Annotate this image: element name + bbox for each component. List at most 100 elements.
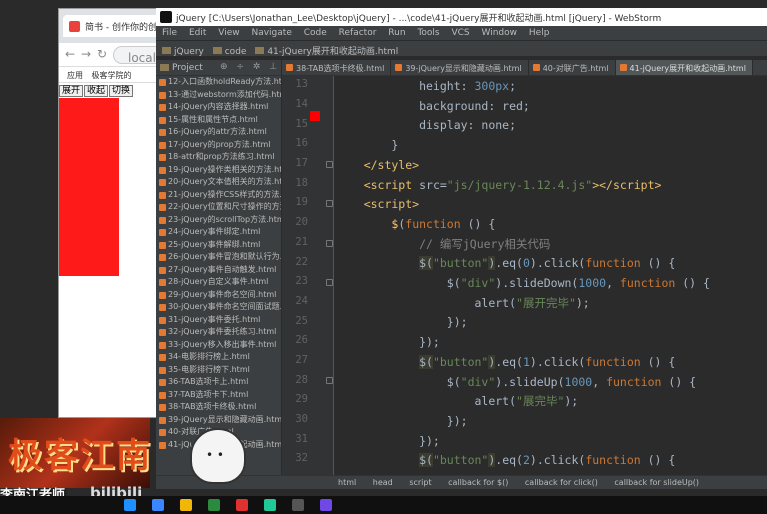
line-number: 19	[295, 196, 308, 208]
forward-icon[interactable]: →	[81, 47, 91, 61]
reload-icon[interactable]: ↻	[97, 47, 107, 61]
browser-tab-title: 简书 - 创作你的创作	[85, 23, 163, 33]
fold-icon[interactable]	[326, 279, 333, 286]
file-item[interactable]: 24-jQuery事件绑定.html	[158, 226, 281, 239]
taskbar-chrome-icon[interactable]	[264, 499, 276, 511]
status-crumb[interactable]: callback for slideUp()	[614, 478, 699, 487]
code-area[interactable]: height: 300px; background: red; display:…	[336, 76, 767, 478]
taskbar-app-icon[interactable]	[208, 499, 220, 511]
status-crumb[interactable]: html	[338, 478, 356, 487]
file-item[interactable]: 18-attr和prop方法练习.html	[158, 151, 281, 164]
line-number: 13	[295, 78, 308, 90]
file-item[interactable]: 30-jQuery事件命名空间面试题.htm	[158, 301, 281, 314]
line-number: 22	[295, 256, 308, 268]
file-item[interactable]: 16-jQuery的attr方法.html	[158, 126, 281, 139]
taskbar-app-icon[interactable]	[236, 499, 248, 511]
breadcrumb-file[interactable]: 41-jQuery展开和收起动画.html	[255, 47, 398, 57]
editor-tab-active[interactable]: 41-jQuery展开和收起动画.html	[615, 60, 753, 75]
menu-navigate[interactable]: Navigate	[251, 28, 291, 38]
code-line: background: red;	[336, 98, 530, 113]
color-preview-marker	[310, 111, 320, 121]
menu-view[interactable]: View	[218, 28, 239, 38]
file-item[interactable]: 32-jQuery事件委托练习.html	[158, 326, 281, 339]
browser-tab[interactable]: 简书 - 创作你的创作	[63, 15, 163, 37]
line-number: 29	[295, 393, 308, 405]
bookmark-jike[interactable]: 极客学院的	[92, 71, 132, 80]
ide-breadcrumb: jQuery code 41-jQuery展开和收起动画.html	[156, 40, 767, 57]
file-item[interactable]: 26-jQuery事件冒泡和默认行为.html	[158, 251, 281, 264]
file-item[interactable]: 27-jQuery事件自动触发.html	[158, 264, 281, 277]
code-line: }	[336, 138, 399, 153]
taskbar-app-icon[interactable]	[124, 499, 136, 511]
browser-nav-bar: ← → ↻ localh	[59, 43, 183, 67]
code-line: });	[336, 335, 440, 350]
status-crumb[interactable]: head	[373, 478, 393, 487]
file-item[interactable]: 29-jQuery事件命名空间.html	[158, 289, 281, 302]
menu-tools[interactable]: Tools	[417, 28, 439, 38]
code-editor: 38-TAB选项卡终极.html 39-jQuery显示和隐藏动画.html 40-…	[282, 60, 767, 478]
file-item[interactable]: 12-入口函数holdReady方法.html	[158, 76, 281, 89]
toggle-button[interactable]: 切换	[109, 85, 134, 97]
menu-run[interactable]: Run	[388, 28, 405, 38]
file-item[interactable]: 31-jQuery事件委托.html	[158, 314, 281, 327]
file-item[interactable]: 23-jQuery的scrollTop方法.html	[158, 214, 281, 227]
file-item[interactable]: 14-jQuery内容选择器.html	[158, 101, 281, 114]
status-crumb[interactable]: script	[409, 478, 431, 487]
editor-tab[interactable]: 40-对联广告.html	[529, 60, 616, 75]
status-crumb[interactable]: callback for $()	[448, 478, 508, 487]
file-item[interactable]: 13-通过webstorm添加代码.html	[158, 89, 281, 102]
menu-window[interactable]: Window	[482, 28, 518, 38]
file-item[interactable]: 25-jQuery事件解绑.html	[158, 239, 281, 252]
file-item[interactable]: 34-电影排行榜上.html	[158, 351, 281, 364]
code-line: alert("展开完毕");	[336, 295, 590, 310]
menu-edit[interactable]: Edit	[189, 28, 206, 38]
file-item[interactable]: 33-jQuery移入移出事件.html	[158, 339, 281, 352]
ide-title: jQuery [C:\Users\Jonathan_Lee\Desktop\jQ…	[176, 14, 662, 24]
editor-tab[interactable]: 38-TAB选项卡终极.html	[282, 60, 392, 75]
menu-file[interactable]: File	[162, 28, 177, 38]
code-line: });	[336, 413, 468, 428]
fold-icon[interactable]	[326, 377, 333, 384]
status-crumb[interactable]: callback for click()	[525, 478, 598, 487]
fold-icon[interactable]	[326, 161, 333, 168]
project-header[interactable]: Project ⊕ ÷ ✲ ⊥	[156, 60, 281, 76]
file-item[interactable]: 19-jQuery操作类相关的方法.html	[158, 164, 281, 177]
code-line: $(function () {	[391, 216, 496, 231]
line-number: 16	[295, 137, 308, 149]
browser-window: 简书 - 创作你的创作 ← → ↻ localh 应用 极客学院的 展开 收起 切换	[58, 8, 183, 418]
line-number: 27	[295, 354, 308, 366]
line-number: 17	[295, 157, 308, 169]
menu-vcs[interactable]: VCS	[451, 28, 469, 38]
file-item[interactable]: 28-jQuery自定义事件.html	[158, 276, 281, 289]
mascot-icon	[190, 428, 246, 484]
file-item[interactable]: 35-电影排行榜下.html	[158, 364, 281, 377]
back-icon[interactable]: ←	[65, 47, 75, 61]
code-line: display: none;	[336, 118, 517, 133]
collapse-button[interactable]: 收起	[84, 85, 109, 97]
taskbar-webstorm-icon[interactable]	[320, 499, 332, 511]
ide-title-bar: jQuery [C:\Users\Jonathan_Lee\Desktop\jQ…	[156, 8, 767, 26]
line-number: 25	[295, 315, 308, 327]
breadcrumb-folder[interactable]: code	[213, 47, 247, 57]
menu-code[interactable]: Code	[304, 28, 327, 38]
bookmark-apps[interactable]: 应用	[67, 71, 83, 80]
file-item[interactable]: 20-jQuery文本值相关的方法.html	[158, 176, 281, 189]
file-item[interactable]: 21-jQuery操作CSS样式的方法.ht	[158, 189, 281, 202]
taskbar-folder-icon[interactable]	[180, 499, 192, 511]
fold-icon[interactable]	[326, 200, 333, 207]
file-item[interactable]: 22-jQuery位置和尺寸操作的方法.ht	[158, 201, 281, 214]
code-line: </style>	[336, 157, 420, 172]
expand-button[interactable]: 展开	[59, 85, 84, 97]
menu-help[interactable]: Help	[529, 28, 550, 38]
menu-refactor[interactable]: Refactor	[339, 28, 377, 38]
file-item[interactable]: 36-TAB选项卡上.html	[158, 376, 281, 389]
code-line: height: 300px;	[336, 79, 517, 93]
file-item[interactable]: 15-属性和属性节点.html	[158, 114, 281, 127]
file-item[interactable]: 17-jQuery的prop方法.html	[158, 139, 281, 152]
taskbar-app-icon[interactable]	[292, 499, 304, 511]
breadcrumb-project[interactable]: jQuery	[162, 47, 204, 57]
taskbar-app-icon[interactable]	[152, 499, 164, 511]
fold-icon[interactable]	[326, 240, 333, 247]
project-tools-icons[interactable]: ⊕ ÷ ✲ ⊥	[220, 62, 280, 72]
editor-tab[interactable]: 39-jQuery显示和隐藏动画.html	[391, 60, 529, 75]
